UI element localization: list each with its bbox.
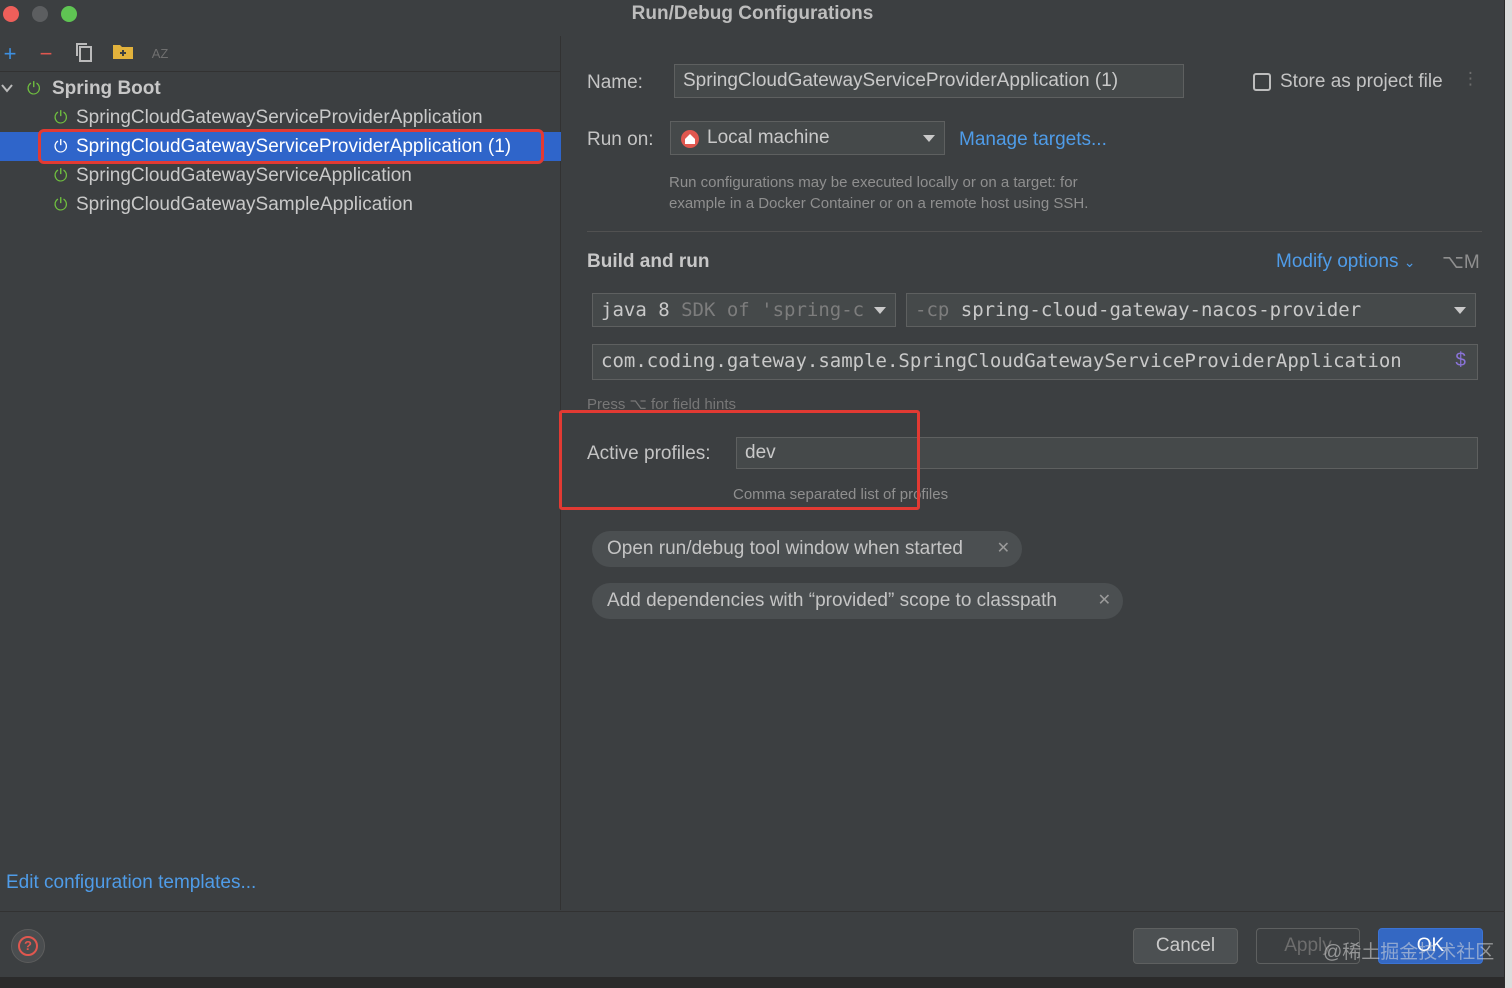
active-profiles-label: Active profiles: (587, 443, 711, 464)
new-folder-button[interactable] (112, 41, 134, 67)
dollar-icon[interactable]: $ (1455, 345, 1466, 377)
build-and-run-title: Build and run (587, 251, 710, 272)
sort-alphabetically-icon[interactable]: AZ (150, 41, 170, 67)
section-separator (587, 231, 1482, 232)
jdk-suffix: SDK of 'spring-c (681, 299, 865, 321)
name-input[interactable]: SpringCloudGatewayServiceProviderApplica… (674, 64, 1184, 98)
classpath-module-value: spring-cloud-gateway-nacos-provider (960, 299, 1362, 321)
main-class-value: com.coding.gateway.sample.SpringCloudGat… (601, 350, 1402, 372)
option-chip[interactable]: Open run/debug tool window when started … (592, 531, 1022, 567)
close-icon[interactable]: ✕ (1098, 583, 1111, 619)
tree-group-label: Spring Boot (52, 78, 161, 99)
dropdown-arrow-icon (1454, 307, 1466, 314)
field-hints-text: Press ⌥ for field hints (587, 396, 737, 413)
modify-options-label: Modify options (1276, 251, 1399, 272)
dropdown-arrow-icon (923, 135, 935, 142)
screen-edge (1505, 0, 1512, 988)
watermark: @稀土掘金技术社区 (1323, 942, 1495, 963)
classpath-prefix: -cp (915, 299, 950, 321)
jdk-value: java 8 (601, 299, 670, 321)
classpath-module-select[interactable]: -cp spring-cloud-gateway-nacos-provider (906, 293, 1476, 327)
title-bar: Run/Debug Configurations (0, 0, 1505, 30)
spring-boot-run-icon: ⏻ (54, 137, 68, 156)
store-as-project-file-label: Store as project file (1280, 71, 1443, 92)
sidebar-toolbar: + − AZ (0, 36, 561, 72)
spring-boot-icon: ⏻ (27, 79, 41, 98)
spring-boot-run-icon: ⏻ (54, 108, 68, 127)
main-class-input[interactable]: com.coding.gateway.sample.SpringCloudGat… (592, 344, 1478, 380)
home-icon (680, 128, 700, 154)
jdk-select[interactable]: java 8 SDK of 'spring-c (592, 293, 896, 327)
spring-boot-run-icon: ⏻ (54, 166, 68, 185)
remove-configuration-button[interactable]: − (36, 41, 56, 67)
tree-item-selected[interactable]: ⏻ SpringCloudGatewayServiceProviderAppli… (0, 132, 561, 161)
run-on-hint-line-2: example in a Docker Container or on a re… (669, 195, 1089, 212)
add-configuration-button[interactable]: + (0, 41, 20, 67)
tree-group-spring-boot[interactable]: ⏻ Spring Boot (0, 74, 561, 103)
option-chip-label: Add dependencies with “provided” scope t… (607, 590, 1057, 611)
active-profiles-hint: Comma separated list of profiles (733, 486, 949, 503)
tree-item[interactable]: ⏻ SpringCloudGatewayServiceProviderAppli… (0, 103, 561, 132)
folder-plus-icon (113, 45, 133, 59)
configuration-editor: Name: SpringCloudGatewayServiceProviderA… (562, 36, 1505, 910)
question-icon: ? (18, 936, 38, 956)
modify-options-shortcut: ⌥M (1442, 252, 1480, 273)
copy-configuration-button[interactable] (74, 41, 94, 67)
store-as-project-file-checkbox[interactable] (1253, 73, 1271, 91)
option-chip-label: Open run/debug tool window when started (607, 538, 963, 559)
close-icon[interactable]: ✕ (997, 531, 1010, 567)
option-chip[interactable]: Add dependencies with “provided” scope t… (592, 583, 1123, 619)
active-profiles-input[interactable]: dev (736, 437, 1478, 469)
tree-item[interactable]: ⏻ SpringCloudGatewaySampleApplication (0, 190, 561, 219)
run-on-value: Local machine (707, 127, 830, 148)
run-on-hint-line-1: Run configurations may be executed local… (669, 174, 1078, 191)
footer-divider (0, 911, 1505, 912)
chevron-down-icon: ⌄ (1403, 254, 1416, 270)
name-label: Name: (587, 72, 643, 93)
dropdown-arrow-icon (874, 307, 886, 314)
copy-icon (76, 43, 92, 62)
spring-boot-run-icon: ⏻ (54, 195, 68, 214)
run-debug-dialog: Run/Debug Configurations + − AZ ⏻ Spring… (0, 0, 1505, 978)
tree-item-label: SpringCloudGatewaySampleApplication (76, 194, 413, 215)
run-on-label: Run on: (587, 129, 654, 150)
modify-options-link[interactable]: Modify options ⌄ (1276, 251, 1416, 273)
tree-item-label: SpringCloudGatewayServiceProviderApplica… (76, 107, 483, 128)
configurations-sidebar: + − AZ ⏻ Spring Boot ⏻ SpringCloudGatewa… (0, 36, 561, 910)
screen-edge-bottom (0, 978, 1505, 988)
tree-item-label: SpringCloudGatewayServiceApplication (76, 165, 412, 186)
more-options-icon[interactable]: ⋮ (1462, 69, 1479, 89)
cancel-button[interactable]: Cancel (1133, 928, 1238, 964)
tree-item-label: SpringCloudGatewayServiceProviderApplica… (76, 136, 512, 157)
help-button[interactable]: ? (11, 929, 45, 963)
window-title: Run/Debug Configurations (631, 3, 874, 24)
tree-item[interactable]: ⏻ SpringCloudGatewayServiceApplication (0, 161, 561, 190)
edit-configuration-templates-link[interactable]: Edit configuration templates... (6, 872, 256, 894)
run-on-select[interactable]: Local machine (670, 121, 945, 155)
manage-targets-link[interactable]: Manage targets... (959, 129, 1107, 151)
